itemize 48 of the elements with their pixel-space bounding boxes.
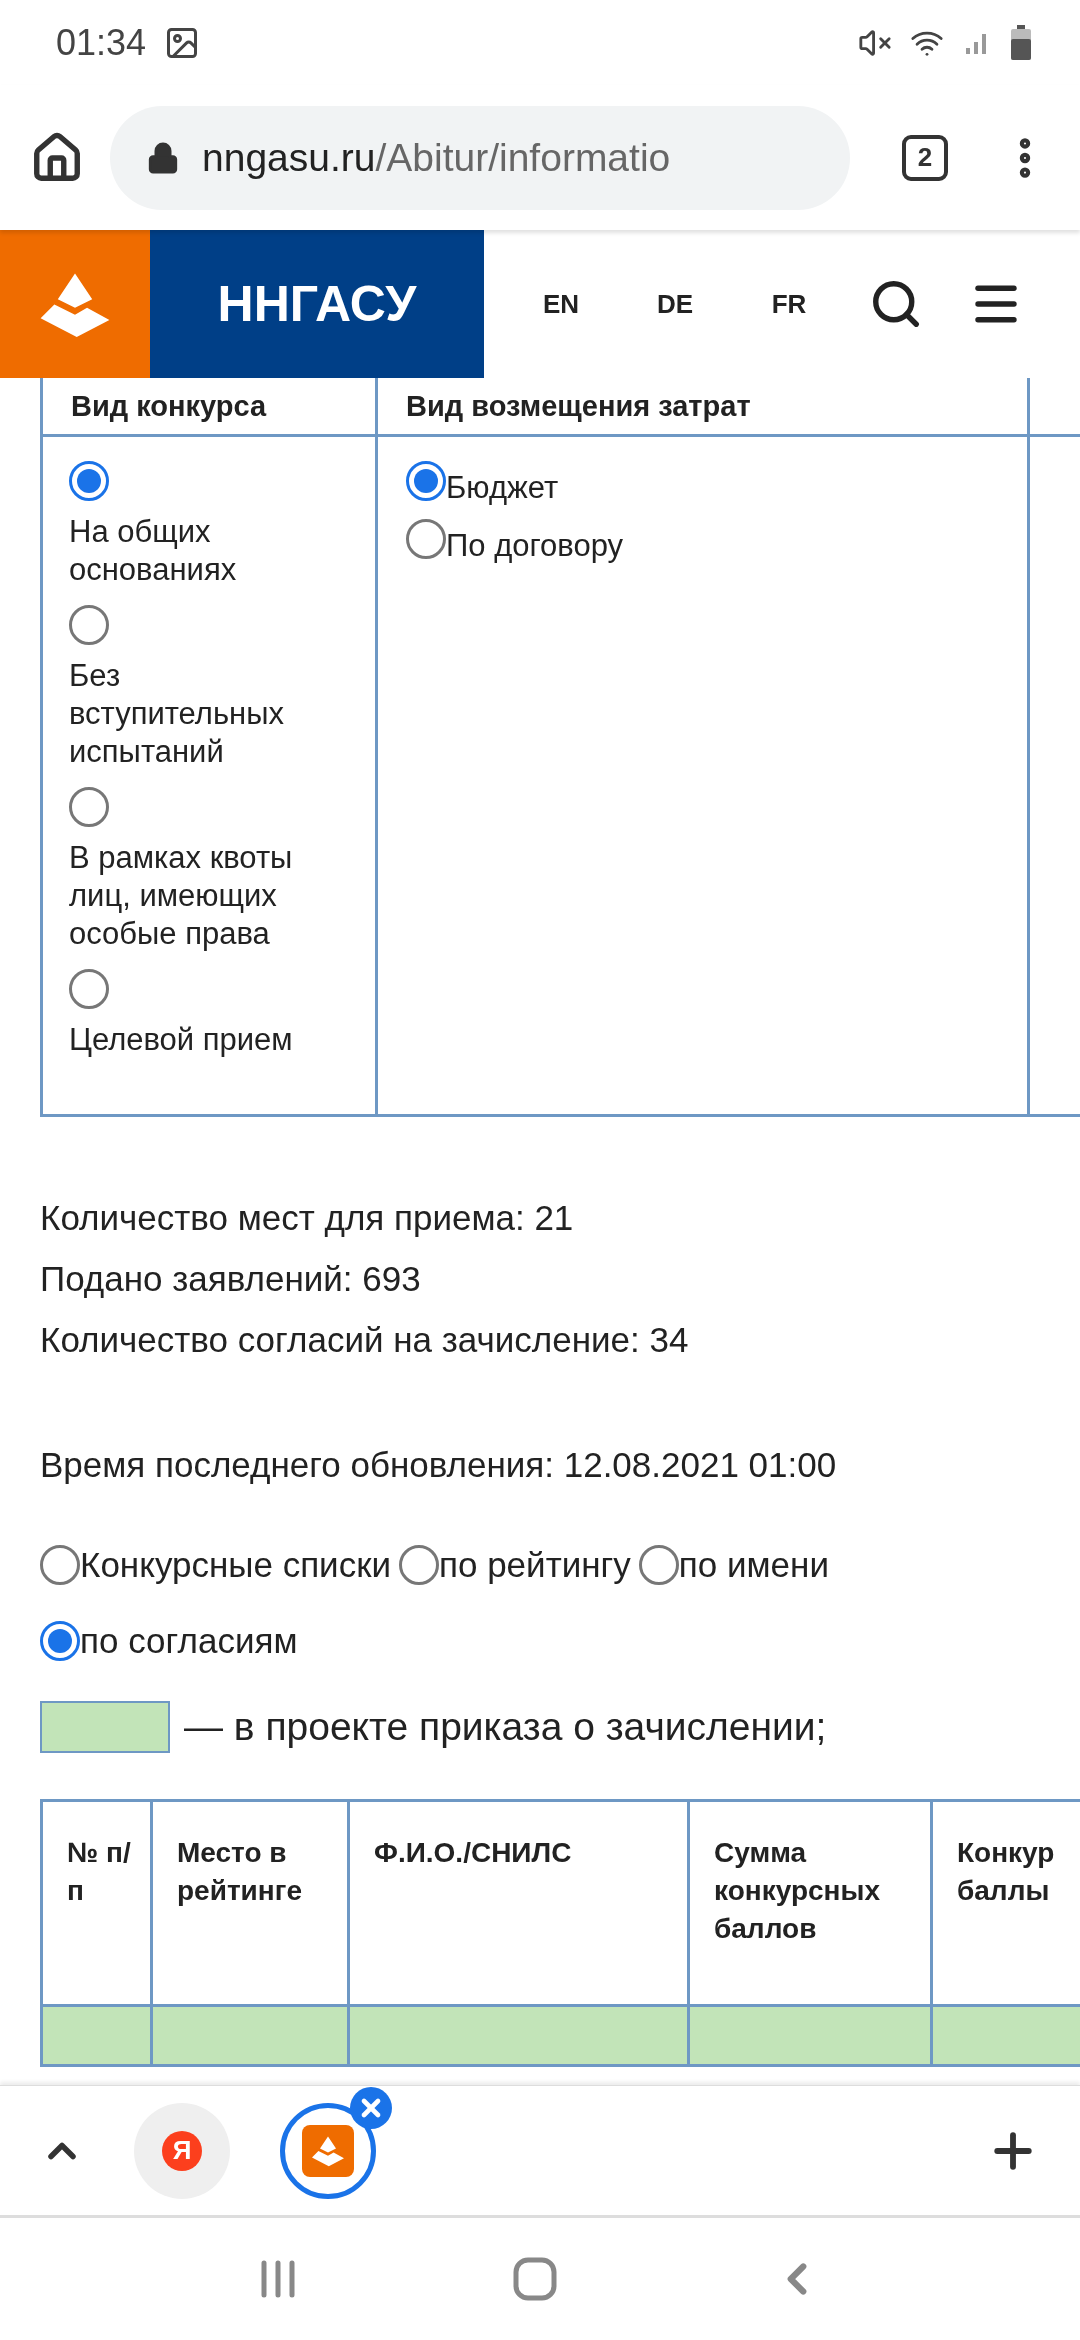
logo[interactable] <box>0 230 150 378</box>
column-header: Конкур баллы <box>957 1836 1055 1906</box>
radio-label: В рамках квоты лиц, имеющих особые права <box>69 838 294 953</box>
column-header: Ф.И.О./СНИЛС <box>374 1836 572 1868</box>
update-time-text: Время последнего обновления: 12.08.2021 01:00 <box>40 1443 838 1486</box>
radio-button[interactable] <box>638 1544 679 1585</box>
radio-label: Конкурсные списки <box>80 1544 391 1585</box>
radio-label: по согласиям <box>80 1620 298 1661</box>
radio-label: Целевой прием <box>69 1020 293 1059</box>
column-header: Сумма конкурсных баллов <box>714 1836 880 1944</box>
stat-text: Количество мест для приема: 21 <box>40 1196 575 1239</box>
radio-button[interactable] <box>40 1544 80 1585</box>
column-header: № п/п <box>67 1836 131 1906</box>
tab-switcher-button[interactable]: 2 <box>902 134 948 181</box>
column-header: Вид конкурса <box>71 388 268 424</box>
site-logo-text[interactable]: ННГАСУ <box>150 230 484 378</box>
radio-button[interactable] <box>406 460 446 501</box>
radio-button[interactable] <box>69 460 109 501</box>
radio-label: По договору <box>446 526 624 565</box>
status-time: 01:34 <box>56 21 147 64</box>
column-header: Вид возмещения затрат <box>406 388 752 424</box>
language-link[interactable]: FR <box>732 288 846 320</box>
stat-text: Количество согласий на зачисление: 34 <box>40 1318 690 1361</box>
stat-text: Подано заявлений: 693 <box>40 1257 422 1300</box>
column-header: Место в рейтинге <box>177 1836 302 1906</box>
home-button-icon[interactable] <box>513 2257 557 2301</box>
radio-label: по имени <box>678 1544 829 1585</box>
radio-button[interactable] <box>406 518 446 559</box>
language-link[interactable]: EN <box>504 288 618 320</box>
radio-button[interactable] <box>69 786 109 827</box>
radio-button[interactable] <box>40 1620 80 1661</box>
tab-bubble[interactable]: Я <box>134 2102 230 2199</box>
radio-button[interactable] <box>399 1544 439 1585</box>
legend-text: — в проекте приказа о зачислении; <box>184 1704 827 1749</box>
radio-label: по рейтингу <box>439 1544 631 1585</box>
language-link[interactable]: DE <box>618 288 732 320</box>
radio-button[interactable] <box>69 968 109 1009</box>
url-text: nngasu.ru/Abitur/informatio <box>202 135 671 180</box>
radio-label: Бюджет <box>446 468 559 507</box>
address-bar[interactable]: nngasu.ru/Abitur/informatio <box>110 105 850 210</box>
radio-label: На общих основаниях <box>69 512 238 589</box>
lock-icon <box>146 140 180 175</box>
site-logo-icon <box>302 2124 354 2177</box>
close-icon[interactable] <box>350 2086 392 2129</box>
yandex-logo: Я <box>162 2130 202 2171</box>
battery-icon <box>1010 24 1032 61</box>
radio-label: Без вступительных испытаний <box>69 656 285 771</box>
radio-button[interactable] <box>69 604 109 645</box>
